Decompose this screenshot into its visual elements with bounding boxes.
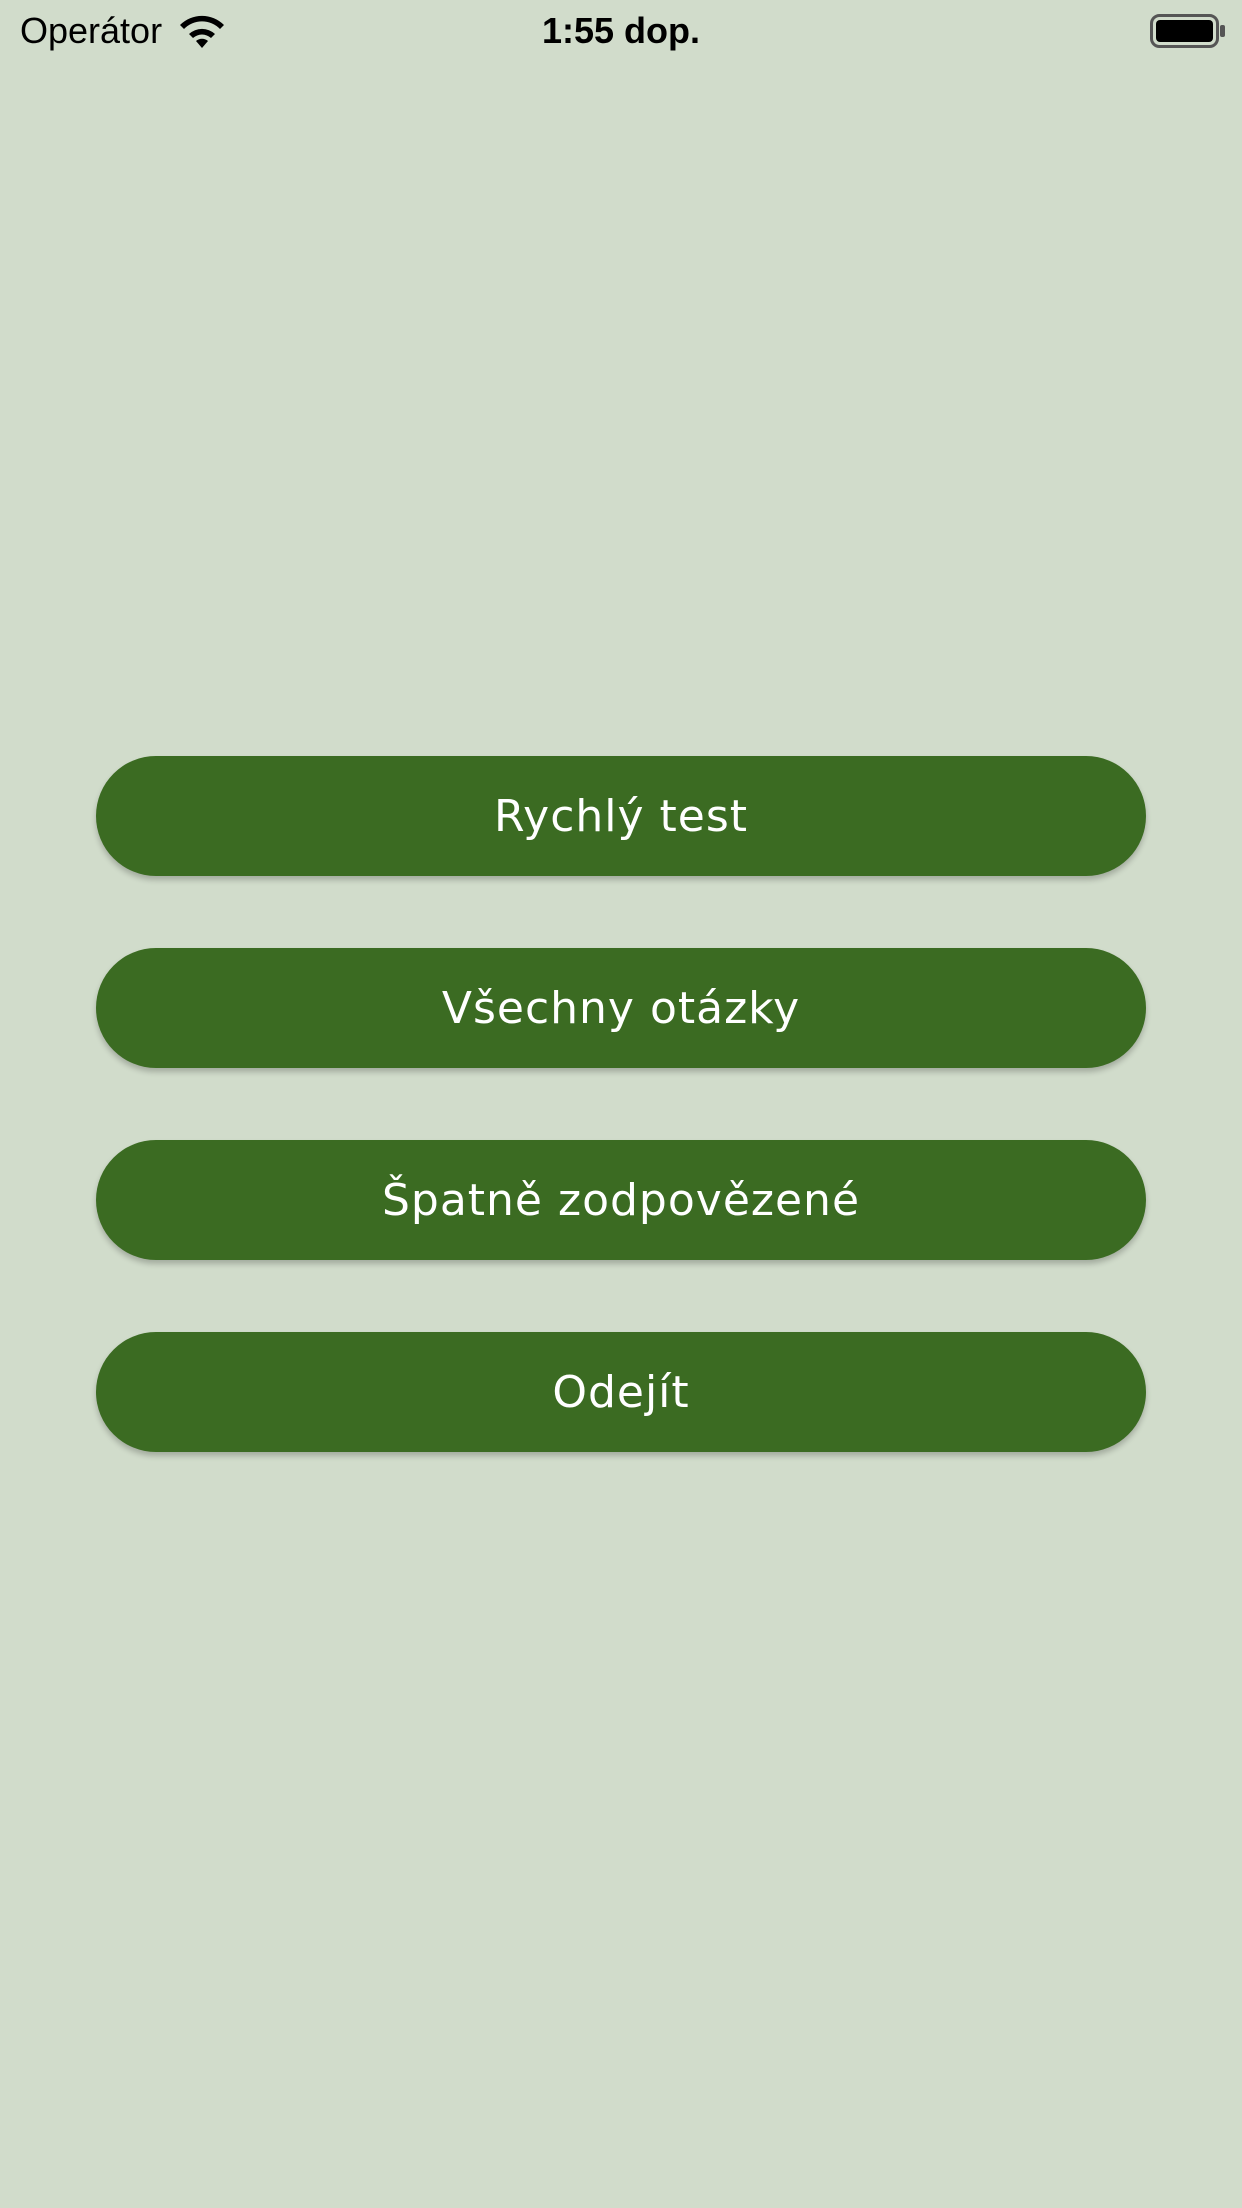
wrong-answers-button[interactable]: Špatně zodpovězené <box>96 1140 1146 1260</box>
exit-button[interactable]: Odejít <box>96 1332 1146 1452</box>
status-time: 1:55 dop. <box>541 10 701 51</box>
battery-icon <box>1150 14 1226 48</box>
main-menu: Rychlý test Všechny otázky Špatně zodpov… <box>96 756 1146 1524</box>
all-questions-button[interactable]: Všechny otázky <box>96 948 1146 1068</box>
status-bar: Operátor 1:55 dop. <box>0 0 1242 62</box>
quick-test-button[interactable]: Rychlý test <box>96 756 1146 876</box>
